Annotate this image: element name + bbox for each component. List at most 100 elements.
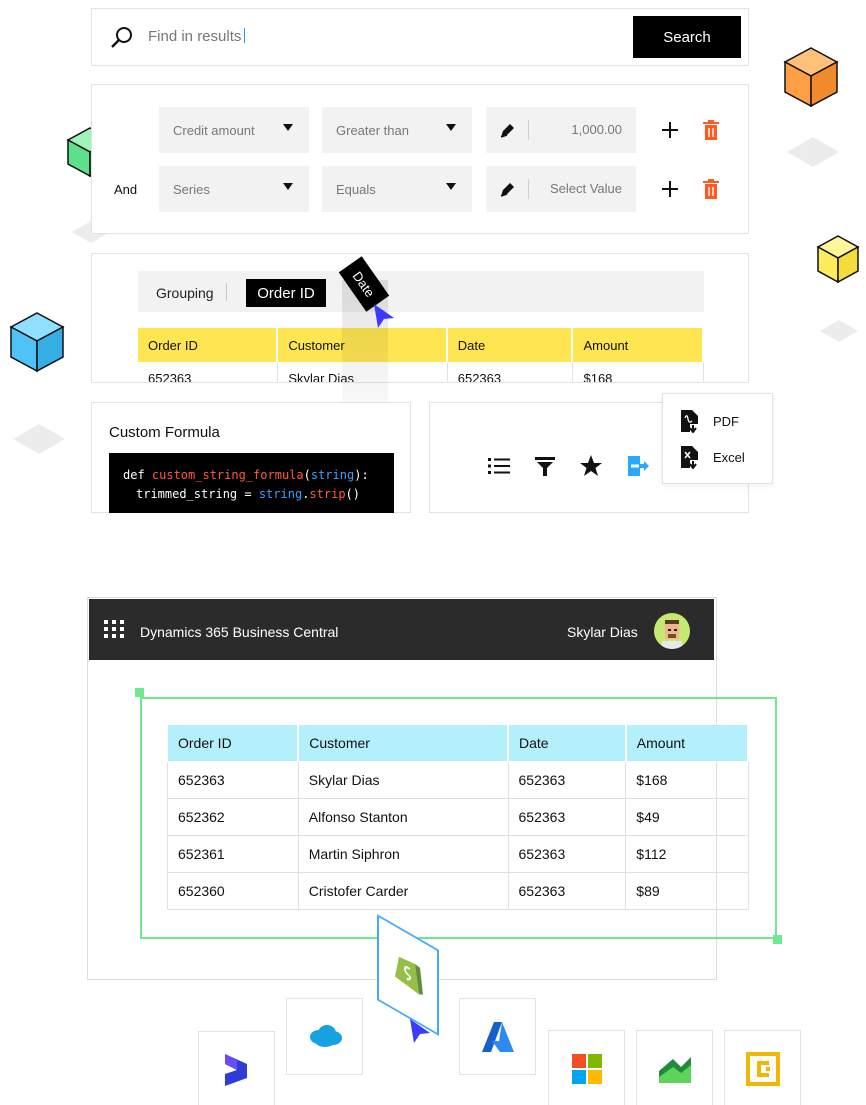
table-row[interactable]: 652362 Alfonso Stanton 652363 $49 xyxy=(167,798,749,836)
export-excel-item[interactable]: Excel xyxy=(679,445,745,469)
salesforce-tile[interactable] xyxy=(286,998,363,1075)
table-row[interactable]: 652361 Martin Siphron 652363 $112 xyxy=(167,835,749,873)
table-cell: 652360 xyxy=(167,872,299,910)
table-row[interactable]: 652363 Skylar Dias 652363 $168 xyxy=(167,761,749,799)
delete-icon[interactable] xyxy=(703,120,719,140)
code-token: def xyxy=(123,468,152,482)
yellow-cube-icon xyxy=(816,235,860,284)
salesforce-logo-icon xyxy=(310,1025,342,1047)
dynamics-tile[interactable] xyxy=(198,1031,275,1105)
export-icon[interactable] xyxy=(626,454,650,478)
table-header-row: Order ID Customer Date Amount xyxy=(138,328,704,362)
table-row[interactable]: 652363 Skylar Dias 652363 $168 xyxy=(138,362,704,382)
grouping-bar[interactable]: Grouping Order ID xyxy=(138,271,704,312)
diamond-shape xyxy=(820,320,858,342)
code-token: ( xyxy=(303,468,311,482)
column-header[interactable]: Amount xyxy=(625,724,750,762)
filter-operator-value: Equals xyxy=(336,181,376,197)
column-header[interactable]: Date xyxy=(507,724,627,762)
table-cell: 652363 xyxy=(507,835,627,873)
code-token: strip xyxy=(309,487,346,501)
star-icon[interactable] xyxy=(579,454,603,478)
filter-icon[interactable] xyxy=(533,454,557,478)
green-chart-tile[interactable] xyxy=(636,1030,713,1105)
green-chart-logo-icon xyxy=(659,1057,691,1083)
divider xyxy=(226,283,227,301)
azure-tile[interactable] xyxy=(459,998,536,1075)
search-icon[interactable] xyxy=(110,25,134,49)
app-header: Dynamics 365 Business Central Skylar Dia… xyxy=(89,599,714,660)
divider xyxy=(528,179,529,199)
filter-value: 1,000.00 xyxy=(571,122,622,137)
code-line: def custom_string_formula(string): xyxy=(123,466,380,485)
yellow-c-logo-icon xyxy=(746,1052,780,1086)
column-header[interactable]: Order ID xyxy=(167,724,300,762)
filter-field-value: Series xyxy=(173,181,210,197)
add-condition-icon[interactable] xyxy=(660,179,680,199)
resize-handle[interactable] xyxy=(773,935,782,944)
table-cell: 652363 xyxy=(167,761,299,799)
column-header[interactable]: Order ID xyxy=(138,328,279,362)
code-editor[interactable]: def custom_string_formula(string): trimm… xyxy=(109,453,394,513)
chevron-down-icon xyxy=(446,124,456,131)
table-cell: 652363 xyxy=(507,798,627,836)
search-bar: Find in results Search xyxy=(91,8,749,66)
filter-builder: And Credit amount Greater than 1,000.00 … xyxy=(91,84,749,234)
avatar-image xyxy=(662,620,682,649)
add-condition-icon[interactable] xyxy=(660,120,680,140)
table-cell: 652363 xyxy=(448,362,574,382)
filter-operator-select[interactable]: Equals xyxy=(322,166,472,212)
orders-table: Order ID Customer Date Amount 652363 Sky… xyxy=(167,724,750,910)
microsoft-tile[interactable] xyxy=(548,1030,625,1105)
app-launcher-icon[interactable] xyxy=(104,620,124,638)
filter-value-input[interactable]: Select Value xyxy=(486,166,636,212)
table-cell: Skylar Dias xyxy=(297,761,509,799)
avatar[interactable] xyxy=(654,613,690,649)
custom-formula-panel: Custom Formula def custom_string_formula… xyxy=(91,402,411,513)
filter-field-select[interactable]: Credit amount xyxy=(159,107,309,153)
chevron-down-icon xyxy=(446,183,456,190)
pen-icon xyxy=(500,124,514,138)
code-token: trimmed_string = xyxy=(136,487,259,501)
filter-operator-value: Greater than xyxy=(336,122,409,138)
pdf-file-icon xyxy=(681,410,698,433)
pen-icon xyxy=(500,183,514,197)
menu-item-label: Excel xyxy=(713,449,745,465)
filter-operator-select[interactable]: Greater than xyxy=(322,107,472,153)
yellow-c-tile[interactable] xyxy=(724,1030,801,1105)
app-title: Dynamics 365 Business Central xyxy=(140,624,339,640)
search-input[interactable]: Find in results xyxy=(148,28,246,45)
orange-cube-icon xyxy=(783,47,839,108)
text-caret xyxy=(244,28,246,43)
user-name[interactable]: Skylar Dias xyxy=(567,624,638,640)
code-token: custom_string_formula xyxy=(151,468,304,482)
cursor-icon xyxy=(374,304,394,328)
table-cell: $168 xyxy=(573,362,704,382)
table-header-row: Order ID Customer Date Amount xyxy=(167,724,750,762)
group-chip-order-id[interactable]: Order ID xyxy=(246,279,326,307)
resize-handle[interactable] xyxy=(135,688,144,697)
column-header[interactable]: Customer xyxy=(297,724,510,762)
table-cell: $112 xyxy=(625,835,749,873)
export-pdf-item[interactable]: PDF xyxy=(679,409,739,433)
filter-value: Select Value xyxy=(549,181,622,196)
table-cell: 652363 xyxy=(507,872,627,910)
list-icon[interactable] xyxy=(487,454,511,478)
diamond-shape xyxy=(13,424,65,454)
search-button[interactable]: Search xyxy=(633,16,741,58)
table-row[interactable]: 652360 Cristofer Carder 652363 $89 xyxy=(167,872,749,910)
table-cell: 652362 xyxy=(167,798,299,836)
search-placeholder: Find in results xyxy=(148,28,242,45)
grouping-label: Grouping xyxy=(156,285,214,301)
table-cell: 652363 xyxy=(138,362,279,382)
filter-value-input[interactable]: 1,000.00 xyxy=(486,107,636,153)
delete-icon[interactable] xyxy=(703,179,719,199)
filter-field-select[interactable]: Series xyxy=(159,166,309,212)
filter-field-value: Credit amount xyxy=(173,122,255,138)
code-token: string xyxy=(258,487,303,501)
menu-item-label: PDF xyxy=(713,413,739,429)
column-header[interactable]: Date xyxy=(447,328,574,362)
cursor-icon xyxy=(410,1019,430,1043)
column-header[interactable]: Amount xyxy=(573,328,704,362)
grouping-panel: Grouping Order ID Order ID Customer Date… xyxy=(91,253,749,383)
